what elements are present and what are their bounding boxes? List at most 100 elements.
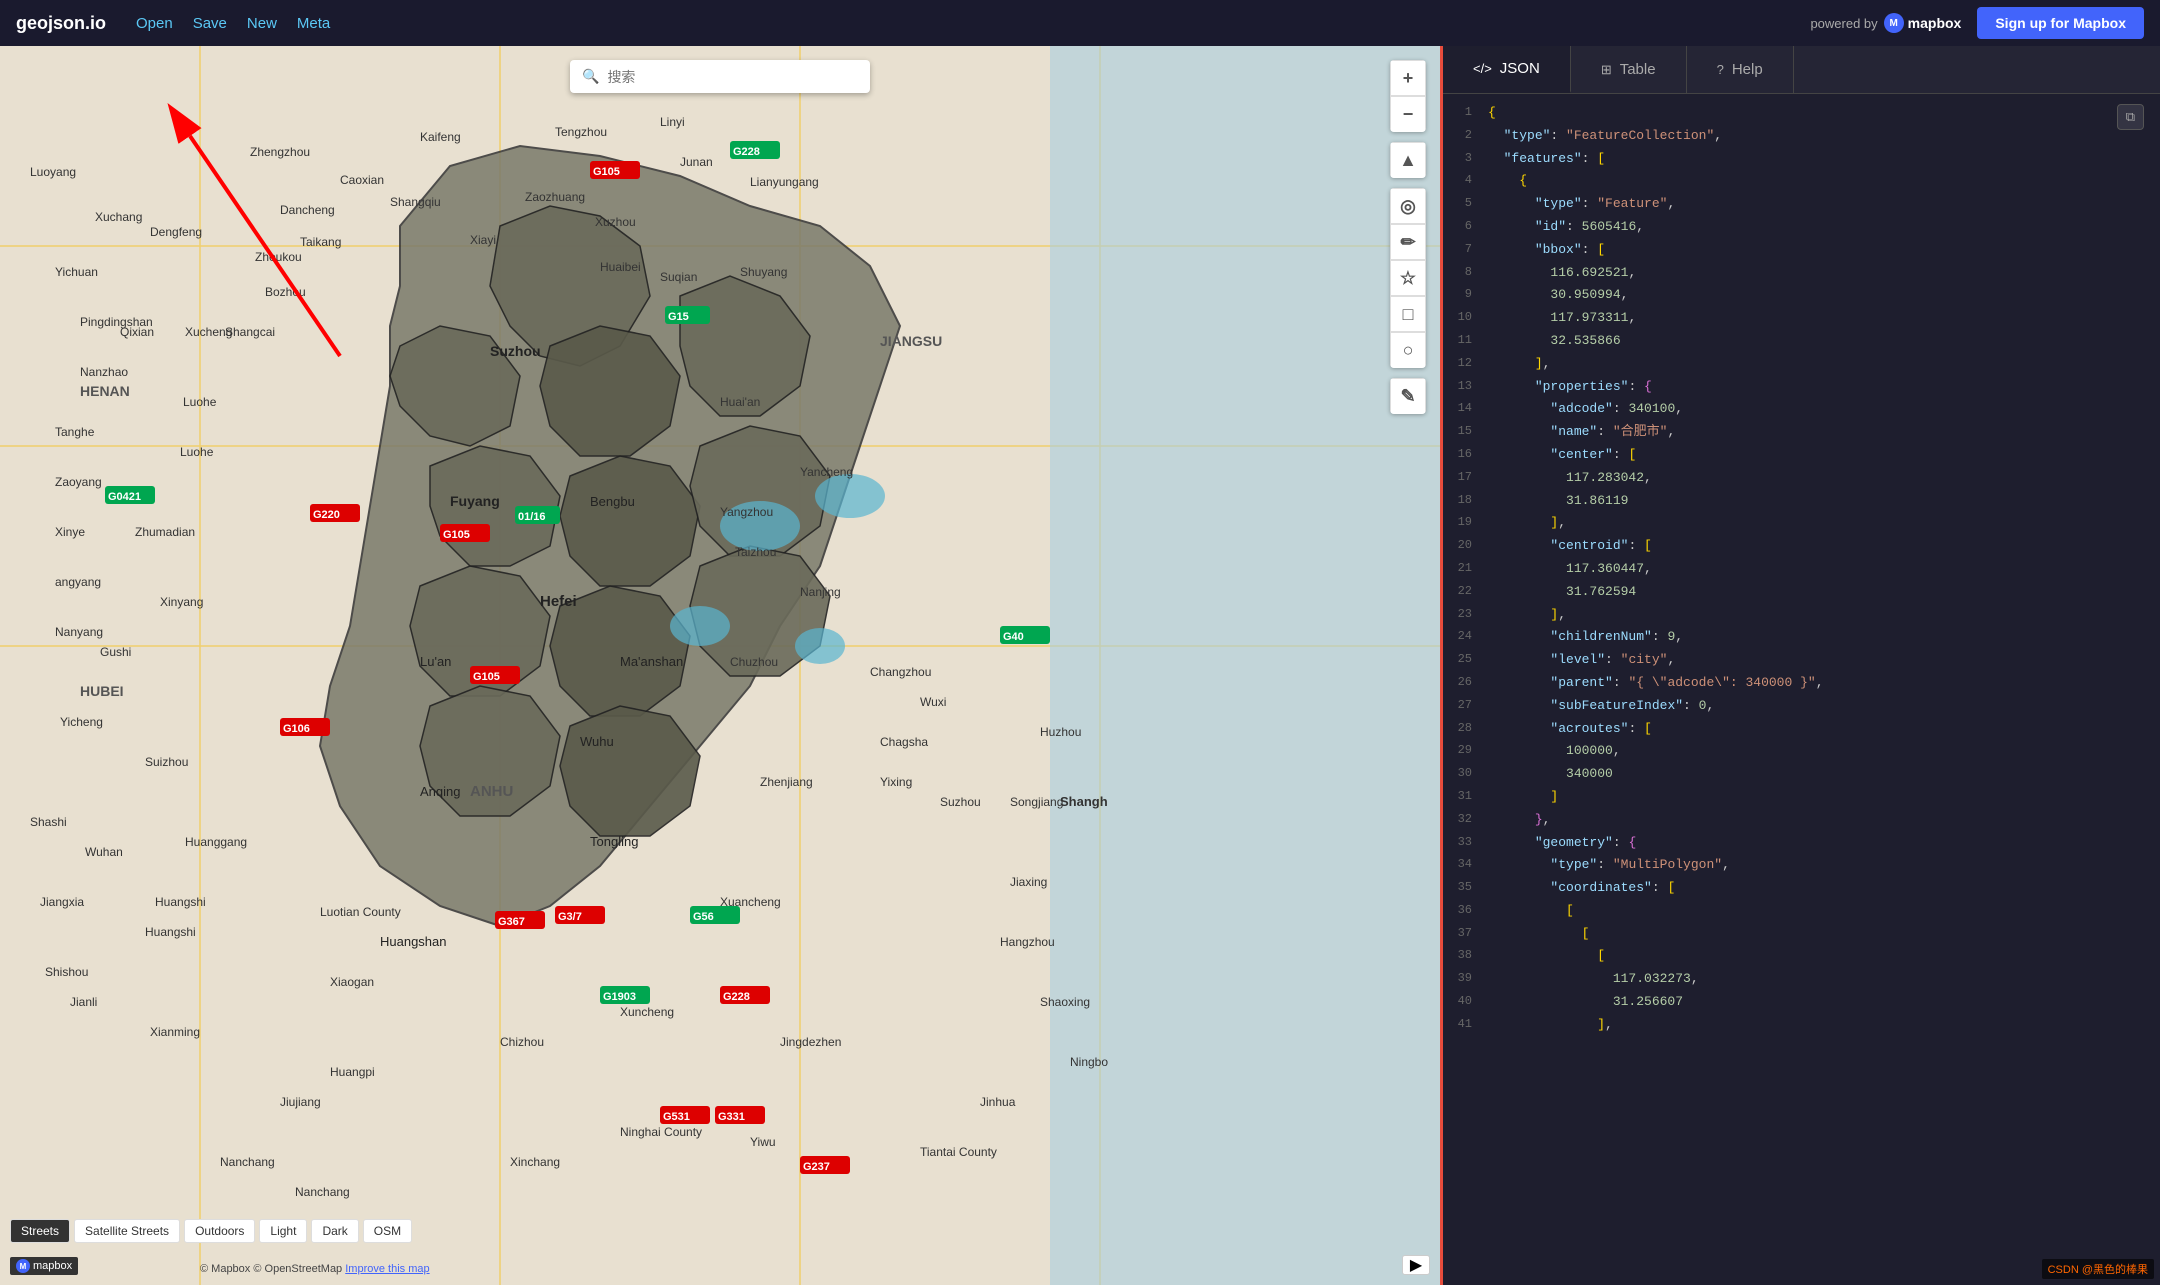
style-osm[interactable]: OSM — [363, 1219, 412, 1243]
style-satellite[interactable]: Satellite Streets — [74, 1219, 180, 1243]
svg-text:Xiaogan: Xiaogan — [330, 975, 374, 989]
line-number: 7 — [1443, 240, 1488, 261]
polygon-tool[interactable]: ☆ — [1390, 260, 1426, 296]
svg-text:G105: G105 — [443, 529, 470, 541]
svg-text:01/16: 01/16 — [518, 511, 546, 523]
svg-text:Huanggang: Huanggang — [185, 835, 247, 849]
line-content: { — [1488, 171, 2160, 192]
search-input[interactable] — [607, 69, 858, 85]
line-number: 19 — [1443, 513, 1488, 534]
svg-text:Xinyang: Xinyang — [160, 595, 203, 609]
line-content: 31.762594 — [1488, 582, 2160, 603]
nav-new[interactable]: New — [247, 15, 277, 32]
line-content: 117.032273, — [1488, 969, 2160, 990]
nav-open[interactable]: Open — [136, 15, 173, 32]
code-line: 13 "properties": { — [1443, 376, 2160, 399]
svg-text:Jiangxia: Jiangxia — [40, 895, 84, 909]
line-number: 23 — [1443, 605, 1488, 626]
code-line: 20 "centroid": [ — [1443, 535, 2160, 558]
line-content: "type": "Feature", — [1488, 194, 2160, 215]
zoom-out-button[interactable]: − — [1390, 96, 1426, 132]
svg-text:Jingdezhen: Jingdezhen — [780, 1035, 841, 1049]
code-line: 31 ] — [1443, 786, 2160, 809]
svg-text:Taizhou: Taizhou — [735, 545, 776, 559]
svg-text:Chizhou: Chizhou — [500, 1035, 544, 1049]
line-number: 34 — [1443, 855, 1488, 876]
mapbox-logo-circle-small: M — [16, 1259, 30, 1273]
code-line: 37 [ — [1443, 923, 2160, 946]
svg-text:Lianyungang: Lianyungang — [750, 175, 819, 189]
zoom-in-button[interactable]: + — [1390, 60, 1426, 96]
nav-meta[interactable]: Meta — [297, 15, 330, 32]
line-content: }, — [1488, 810, 2160, 831]
line-content: ], — [1488, 354, 2160, 375]
circle-tool[interactable]: ○ — [1390, 332, 1426, 368]
panel-tabs: </> JSON ⊞ Table ? Help — [1443, 46, 2160, 94]
line-number: 37 — [1443, 924, 1488, 945]
svg-text:G531: G531 — [663, 1111, 690, 1123]
line-number: 39 — [1443, 969, 1488, 990]
code-line: 24 "childrenNum": 9, — [1443, 626, 2160, 649]
line-content: 116.692521, — [1488, 263, 2160, 284]
line-number: 4 — [1443, 171, 1488, 192]
style-light[interactable]: Light — [259, 1219, 307, 1243]
line-content: [ — [1488, 901, 2160, 922]
map-area[interactable]: Suzhou Fuyang Bengbu Hefei Lu'an Ma'ansh… — [0, 46, 1440, 1285]
line-content: [ — [1488, 924, 2160, 945]
tab-json[interactable]: </> JSON — [1443, 46, 1571, 93]
marker-tool[interactable]: ◎ — [1390, 188, 1426, 224]
svg-text:Xinchang: Xinchang — [510, 1155, 560, 1169]
edit-tool[interactable]: ✎ — [1390, 378, 1426, 414]
code-line: 7 "bbox": [ — [1443, 239, 2160, 262]
map-expand-button[interactable]: ▶ — [1402, 1255, 1430, 1275]
signup-button[interactable]: Sign up for Mapbox — [1977, 7, 2144, 39]
svg-text:Luoyang: Luoyang — [30, 165, 76, 179]
line-content: 31.256607 — [1488, 992, 2160, 1013]
svg-text:G0421: G0421 — [108, 491, 141, 503]
style-dark[interactable]: Dark — [311, 1219, 358, 1243]
code-line: 28 "acroutes": [ — [1443, 718, 2160, 741]
svg-text:Lu'an: Lu'an — [420, 654, 451, 669]
nav-save[interactable]: Save — [193, 15, 227, 32]
copy-button[interactable]: ⧉ — [2117, 104, 2144, 130]
code-line: 12 ], — [1443, 353, 2160, 376]
line-content: "childrenNum": 9, — [1488, 627, 2160, 648]
line-content: "geometry": { — [1488, 833, 2160, 854]
line-content: ], — [1488, 513, 2160, 534]
svg-text:Nanyang: Nanyang — [55, 625, 103, 639]
tab-help[interactable]: ? Help — [1687, 46, 1794, 93]
svg-text:Zhenjiang: Zhenjiang — [760, 775, 813, 789]
line-content: 32.535866 — [1488, 331, 2160, 352]
svg-text:Dengfeng: Dengfeng — [150, 225, 202, 239]
north-button[interactable]: ▲ — [1390, 142, 1426, 178]
svg-text:G228: G228 — [723, 991, 750, 1003]
code-line: 5 "type": "Feature", — [1443, 193, 2160, 216]
svg-text:Jinhua: Jinhua — [980, 1095, 1016, 1109]
svg-text:Suzhou: Suzhou — [940, 795, 981, 809]
svg-text:Wuhan: Wuhan — [85, 845, 123, 859]
tab-table[interactable]: ⊞ Table — [1571, 46, 1687, 93]
style-streets[interactable]: Streets — [10, 1219, 70, 1243]
svg-text:Zaoyang: Zaoyang — [55, 475, 102, 489]
improve-map-link[interactable]: Improve this map — [345, 1263, 429, 1275]
svg-text:G1903: G1903 — [603, 991, 636, 1003]
style-outdoors[interactable]: Outdoors — [184, 1219, 255, 1243]
svg-text:Nanzhao: Nanzhao — [80, 365, 128, 379]
line-number: 12 — [1443, 354, 1488, 375]
svg-text:JIANGSU: JIANGSU — [880, 333, 942, 349]
line-content: "level": "city", — [1488, 650, 2160, 671]
svg-text:Zhengzhou: Zhengzhou — [250, 145, 310, 159]
code-line: 15 "name": "合肥市", — [1443, 421, 2160, 444]
rectangle-tool[interactable]: □ — [1390, 296, 1426, 332]
line-number: 18 — [1443, 491, 1488, 512]
line-content: 117.973311, — [1488, 308, 2160, 329]
line-number: 5 — [1443, 194, 1488, 215]
code-editor[interactable]: 1{2 "type": "FeatureCollection",3 "featu… — [1443, 94, 2160, 1285]
svg-text:Hangzhou: Hangzhou — [1000, 935, 1055, 949]
line-number: 16 — [1443, 445, 1488, 466]
line-tool[interactable]: ✏ — [1390, 224, 1426, 260]
header-right: powered by M mapbox Sign up for Mapbox — [1810, 7, 2144, 39]
code-line: 4 { — [1443, 170, 2160, 193]
svg-text:Xinye: Xinye — [55, 525, 85, 539]
svg-text:Tiantai County: Tiantai County — [920, 1145, 997, 1159]
